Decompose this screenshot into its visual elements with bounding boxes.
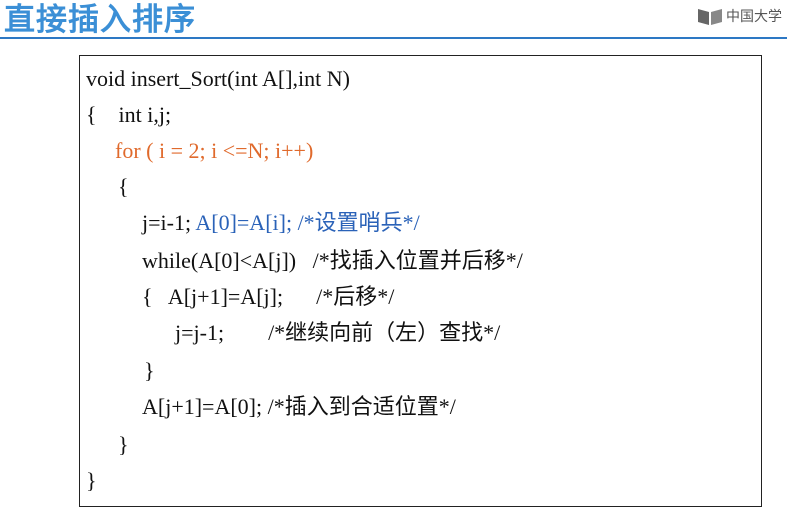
code-line-5-part-a: j=i-1; <box>142 210 196 235</box>
university-logo: 中国大学 <box>697 3 782 29</box>
code-line-9: } <box>144 358 155 383</box>
code-line-2: { int i,j; <box>86 102 172 127</box>
code-line-1: void insert_Sort(int A[],int N) <box>86 66 350 91</box>
code-line-8: j=j-1; /*继续向前（左）查找*/ <box>175 320 501 345</box>
code-line-3: for ( i = 2; i <=N; i++) <box>115 138 314 163</box>
code-box: void insert_Sort(int A[],int N) { int i,… <box>79 55 762 507</box>
slide-title: 直接插入排序 <box>4 2 196 38</box>
code-line-10: A[j+1]=A[0]; /*插入到合适位置*/ <box>142 394 456 419</box>
code-line-11: } <box>118 432 129 457</box>
title-divider <box>0 37 787 39</box>
sentinel-assignment: A[0]=A[i]; /*设置哨兵*/ <box>195 210 420 235</box>
code-line-12: } <box>86 468 97 493</box>
code-line-6: while(A[0]<A[j]) /*找插入位置并后移*/ <box>142 248 523 273</box>
logo-text: 中国大学 <box>726 9 782 25</box>
code-line-7: { A[j+1]=A[j]; /*后移*/ <box>142 284 395 309</box>
book-icon <box>697 6 723 26</box>
code-line-4: { <box>118 174 129 199</box>
code-line-5: j=i-1; A[0]=A[i]; /*设置哨兵*/ <box>142 208 420 238</box>
